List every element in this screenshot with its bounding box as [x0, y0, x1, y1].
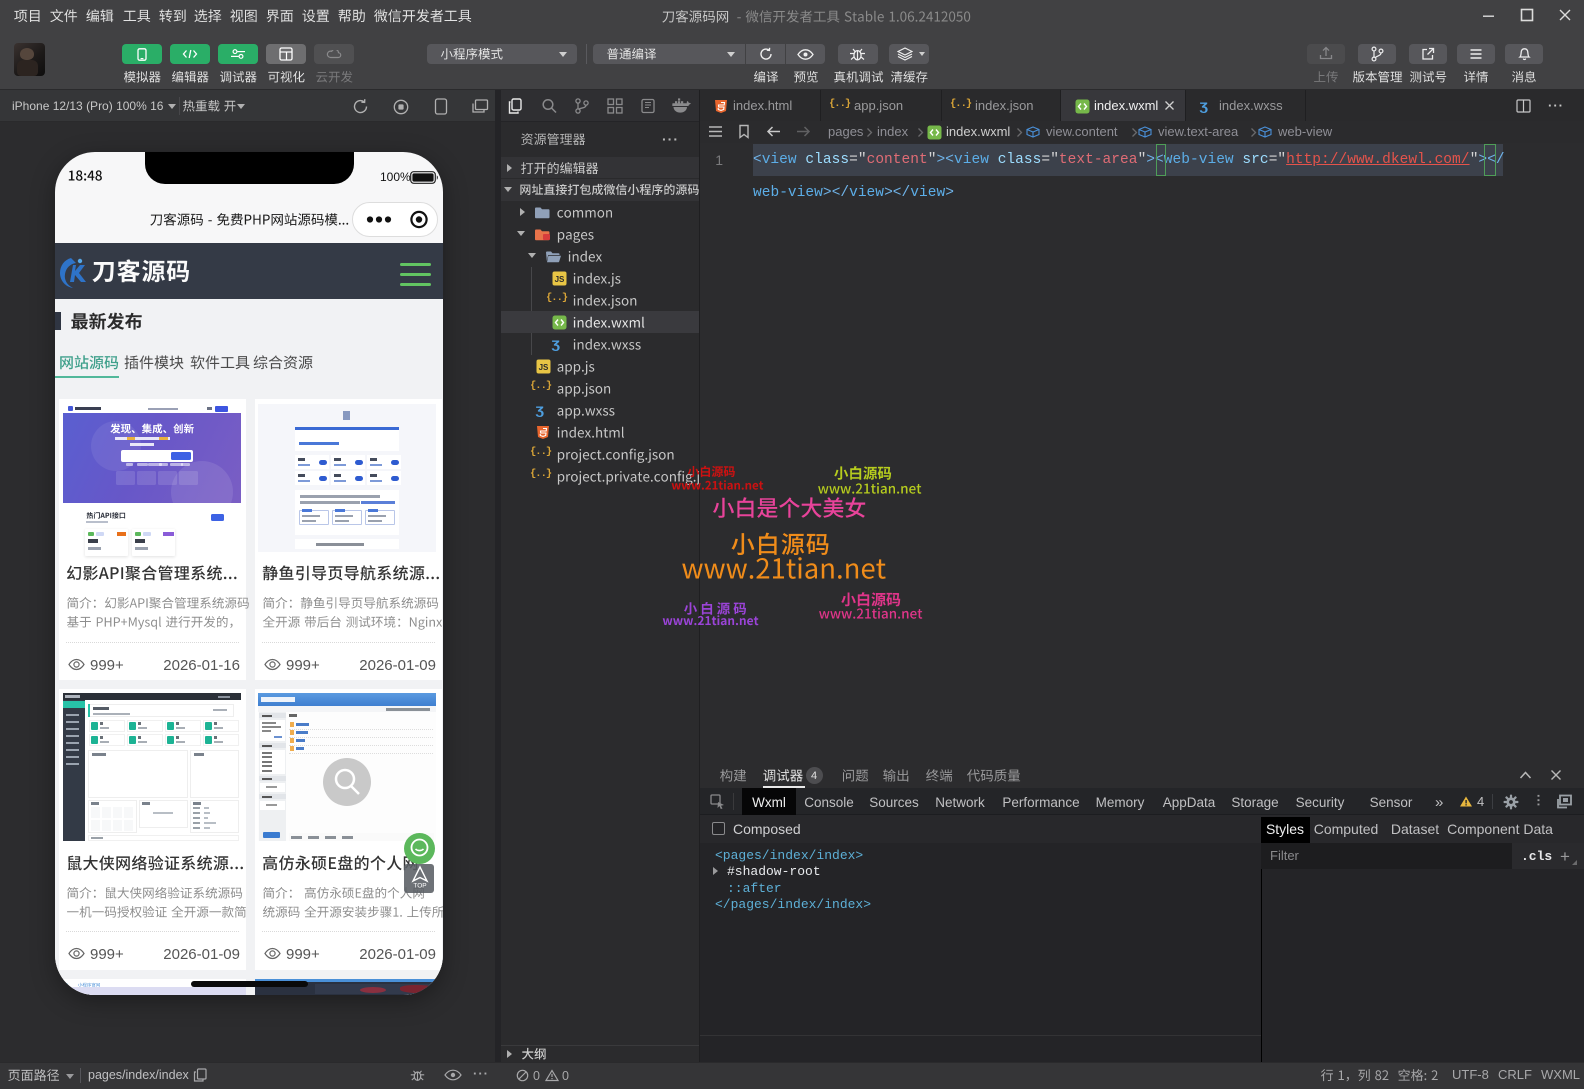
svg-text:JS: JS — [539, 363, 549, 372]
svg-text:TOP: TOP — [413, 883, 426, 890]
svg-text:JS: JS — [555, 275, 565, 284]
